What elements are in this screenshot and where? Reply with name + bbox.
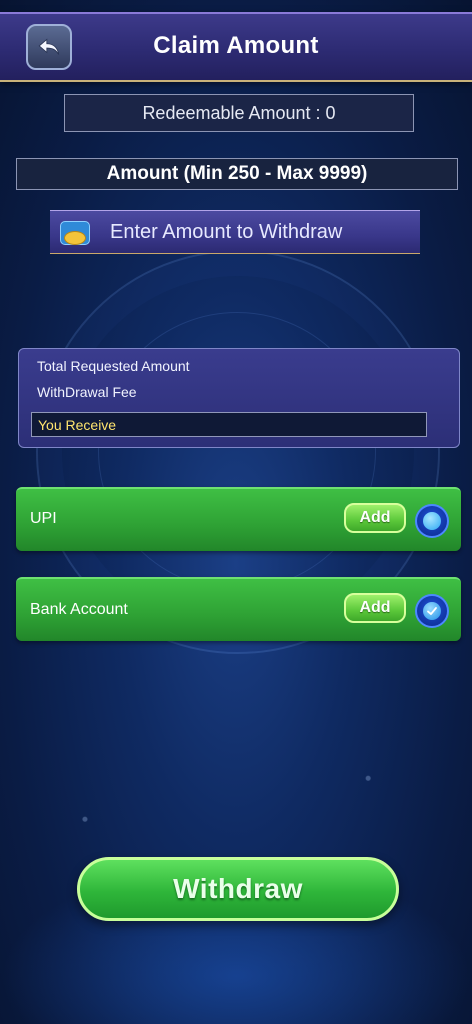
total-requested-label: Total Requested Amount xyxy=(37,358,190,374)
page-title: Claim Amount xyxy=(153,32,319,59)
bank-radio[interactable] xyxy=(415,594,449,628)
withdrawal-fee-label: WithDrawal Fee xyxy=(37,384,137,400)
payment-method-label: UPI xyxy=(30,510,57,527)
amount-input[interactable]: Enter Amount to Withdraw xyxy=(50,210,420,254)
header-bar: Claim Amount xyxy=(0,12,472,82)
redeemable-amount: Redeemable Amount : 0 xyxy=(64,94,414,132)
amount-range-label: Amount (Min 250 - Max 9999) xyxy=(16,158,458,190)
radio-dot-icon xyxy=(423,512,441,530)
wallet-coin-icon xyxy=(58,217,94,247)
add-upi-button[interactable]: Add xyxy=(344,503,406,533)
payment-method-upi[interactable]: UPI Add xyxy=(16,487,461,551)
upi-radio[interactable] xyxy=(415,504,449,538)
checkmark-icon xyxy=(423,602,441,620)
amount-input-placeholder: Enter Amount to Withdraw xyxy=(110,220,343,243)
withdraw-button[interactable]: Withdraw xyxy=(77,857,399,921)
payment-method-label: Bank Account xyxy=(30,601,128,618)
summary-panel: Total Requested Amount WithDrawal Fee Yo… xyxy=(18,348,460,448)
you-receive-field: You Receive xyxy=(31,412,427,437)
add-bank-button[interactable]: Add xyxy=(344,593,406,623)
payment-method-bank[interactable]: Bank Account Add xyxy=(16,577,461,641)
